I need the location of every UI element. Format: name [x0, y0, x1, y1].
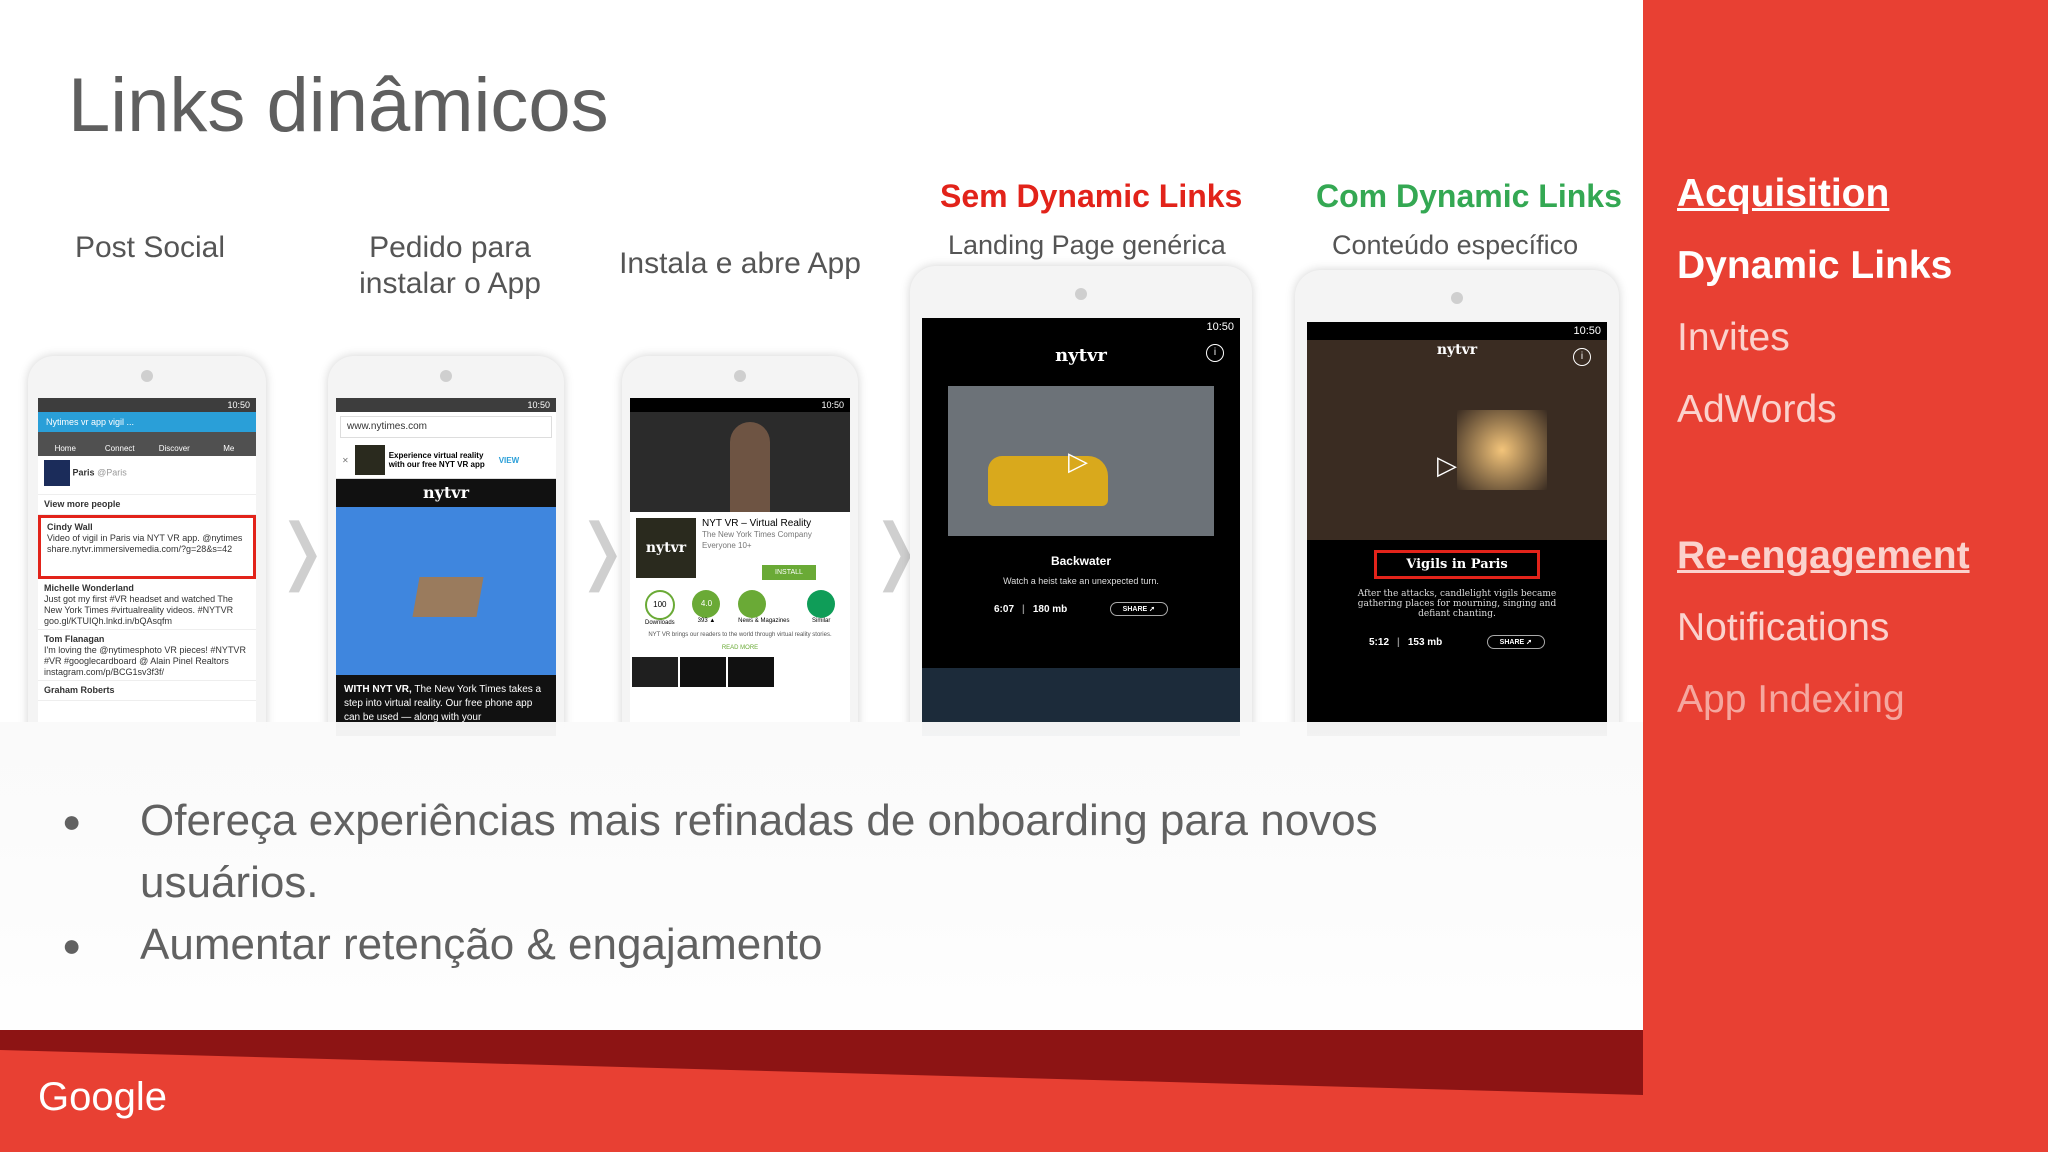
sidebar-item-dynamic-links[interactable]: Dynamic Links: [1677, 244, 1952, 288]
share-button[interactable]: SHARE ➚: [1109, 602, 1168, 616]
similar-icon[interactable]: [807, 590, 836, 618]
account-row[interactable]: Paris @Paris: [38, 456, 256, 495]
play-icon[interactable]: ▷: [1437, 450, 1457, 481]
news-icon: [738, 590, 767, 618]
share-button[interactable]: SHARE ➚: [1486, 635, 1545, 649]
video-description: Watch a heist take an unexpected turn.: [1003, 576, 1159, 586]
subheading-specific-content: Conteúdo específico: [1332, 230, 1579, 260]
sidebar-heading-reengagement[interactable]: Re-engagement: [1677, 534, 1970, 578]
tab-connect[interactable]: Connect: [93, 432, 148, 456]
store-stats: 100 Downloads 4.0 393 ▲ News & Magazines S…: [630, 586, 850, 630]
close-icon[interactable]: ✕: [342, 456, 349, 465]
heading-with-dynamic-links: Com Dynamic Links: [1316, 178, 1622, 214]
store-description: NYT VR brings our readers to the world t…: [648, 632, 832, 638]
info-icon[interactable]: i: [1206, 344, 1224, 362]
slide-title: Links dinâmicos: [68, 63, 609, 148]
tweet[interactable]: Tom Flanagan I'm loving the @nytimesphoto…: [38, 630, 256, 681]
vigil-photo[interactable]: nytvr ▷: [1307, 340, 1607, 540]
phone-play-store: 10:50 nytvr NYT VR – Virtual Reality The…: [622, 356, 858, 736]
video-thumbnail[interactable]: ▷: [948, 386, 1214, 536]
tweet-highlighted[interactable]: Cindy Wall Video of vigil in Paris via NY…: [38, 515, 256, 579]
step-label-post-social: Post Social: [74, 231, 226, 264]
sidebar: Acquisition Dynamic Links Invites AdWord…: [1643, 0, 2048, 1152]
nytvr-header: nytvr: [336, 479, 556, 507]
tab-discover[interactable]: Discover: [147, 432, 202, 456]
step-label-install-open: Instala e abre App: [619, 247, 861, 280]
app-banner[interactable]: ✕ Experience virtual reality with our fr…: [336, 442, 556, 479]
highlighted-title: Vigils in Paris: [1374, 550, 1540, 579]
twitter-tab-bar[interactable]: Home Connect Discover Me: [38, 432, 256, 456]
read-more-link[interactable]: READ MORE: [630, 645, 850, 651]
google-logo: Google: [38, 1075, 167, 1119]
phone-browser: 10:50 www.nytimes.com ✕ Experience virtu…: [328, 356, 564, 736]
view-link[interactable]: VIEW: [499, 456, 519, 465]
install-button[interactable]: INSTALL: [762, 565, 816, 580]
sidebar-item-notifications[interactable]: Notifications: [1677, 606, 1889, 650]
screenshot-thumb[interactable]: [680, 657, 726, 687]
tweet[interactable]: Michelle Wonderland Just got my first #VR…: [38, 579, 256, 630]
sidebar-item-adwords[interactable]: AdWords: [1677, 388, 1837, 432]
phone-generic-landing: 10:50 nytvr i ▷ Backwater Watch a heist …: [910, 266, 1252, 736]
sidebar-item-app-indexing[interactable]: App Indexing: [1677, 678, 1905, 722]
app-hero-image: [630, 412, 850, 512]
paris-avatar: [44, 460, 70, 486]
phone-specific-content: 10:50 nytvr ▷ i Vigils in Paris After th…: [1295, 270, 1619, 736]
video-title: Backwater: [1050, 554, 1112, 568]
cardboard-image: [336, 507, 556, 675]
twitter-search-bar[interactable]: Nytimes vr app vigil ...: [38, 412, 256, 432]
sidebar-heading-acquisition[interactable]: Acquisition: [1677, 172, 1889, 216]
tab-me[interactable]: Me: [202, 432, 257, 456]
downloads-badge: 100: [644, 590, 675, 620]
bullet-list: ● Ofereça experiências mais refinadas de …: [60, 790, 1500, 976]
tweet[interactable]: Graham Roberts: [38, 681, 256, 701]
bullet-item: ● Ofereça experiências mais refinadas de …: [62, 796, 1378, 907]
play-icon[interactable]: ▷: [1068, 446, 1088, 477]
nytvr-logo: nytvr: [1055, 345, 1107, 366]
info-icon[interactable]: i: [1573, 348, 1591, 366]
step-label-install-request: Pedido para instalar o App: [359, 231, 541, 300]
phone-twitter: 10:50 Nytimes vr app vigil ... Home Conn…: [28, 356, 266, 736]
nytvr-icon: [354, 445, 385, 475]
sidebar-item-invites[interactable]: Invites: [1677, 316, 1790, 360]
tab-home[interactable]: Home: [38, 432, 93, 456]
screenshot-thumb[interactable]: [728, 657, 774, 687]
subheading-generic-landing: Landing Page genérica: [948, 230, 1226, 260]
video-description: After the attacks, candlelight vigils be…: [1357, 589, 1557, 619]
screenshot-thumb[interactable]: [632, 657, 678, 687]
chevron-right-icon: ❭: [272, 508, 333, 592]
browser-url-bar[interactable]: www.nytimes.com: [340, 416, 552, 438]
nytvr-app-icon: nytvr: [636, 518, 696, 578]
slide: Links dinâmicos Post Social Pedido para …: [0, 0, 1643, 1072]
heading-without-dynamic-links: Sem Dynamic Links: [940, 178, 1243, 214]
bullet-item: ● Aumentar retenção & engajamento: [62, 920, 823, 969]
rating-badge: 4.0: [692, 590, 721, 618]
view-more-people[interactable]: View more people: [38, 495, 256, 515]
